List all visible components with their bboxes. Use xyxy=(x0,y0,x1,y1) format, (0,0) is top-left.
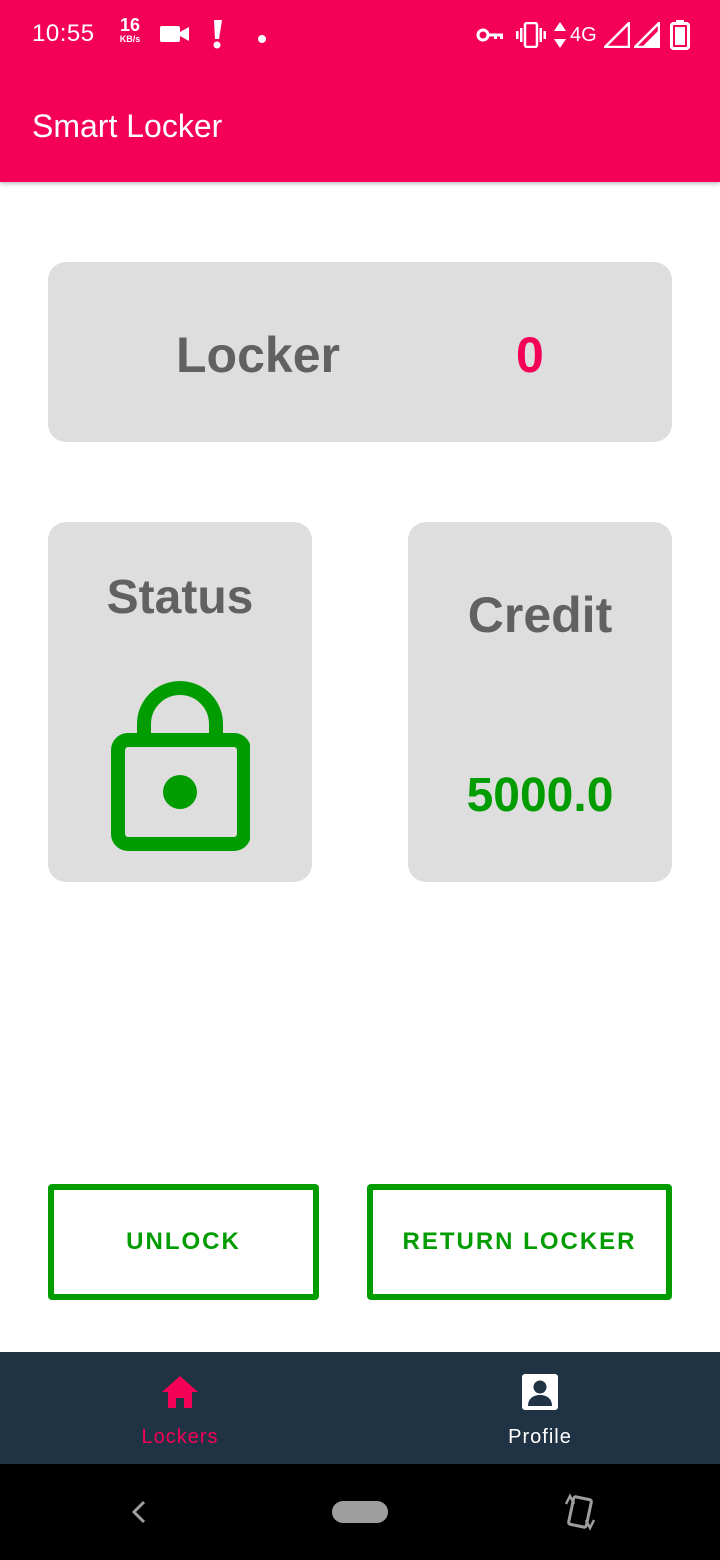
unlock-button[interactable]: UNLOCK xyxy=(48,1184,319,1300)
status-bar: 10:55 16 KB/s 4G xyxy=(0,0,720,72)
network-type: 4G xyxy=(570,24,597,46)
nav-item-lockers[interactable]: Lockers xyxy=(0,1352,360,1464)
nav-label-profile: Profile xyxy=(508,1426,572,1448)
credit-value: 5000.0 xyxy=(466,769,614,822)
locker-label: Locker xyxy=(176,327,340,383)
home-icon xyxy=(160,1372,200,1417)
profile-icon xyxy=(520,1372,560,1417)
credit-card: Credit 5000.0 xyxy=(408,522,672,882)
video-camera-icon xyxy=(160,24,190,49)
lock-open-icon xyxy=(110,672,251,857)
back-icon[interactable] xyxy=(126,1494,150,1535)
status-time: 10:55 xyxy=(32,20,95,47)
network-speed-unit: KB/s xyxy=(119,34,141,44)
return-locker-button[interactable]: RETURN LOCKER xyxy=(367,1184,672,1300)
credit-label: Credit xyxy=(467,587,613,643)
dot-icon xyxy=(257,31,267,49)
status-card: Status xyxy=(48,522,312,882)
network-speed-value: 16 xyxy=(119,15,141,35)
page-title: Smart Locker xyxy=(32,108,223,144)
locker-card: Locker 0 xyxy=(48,262,672,442)
status-label: Status xyxy=(106,571,254,624)
network-speed: 16 KB/s xyxy=(116,16,144,44)
signal-icon xyxy=(631,19,661,53)
battery-icon xyxy=(670,20,690,55)
alert-icon xyxy=(210,20,224,55)
home-pill-button[interactable] xyxy=(332,1501,388,1523)
rotate-icon[interactable] xyxy=(562,1492,598,1537)
data-arrows-icon xyxy=(554,22,566,53)
vibrate-icon xyxy=(516,21,546,53)
nav-label-lockers: Lockers xyxy=(141,1426,219,1448)
locker-number: 0 xyxy=(516,327,544,383)
vpn-key-icon xyxy=(476,26,504,49)
signal-icon xyxy=(601,19,631,53)
app-bar: Smart Locker xyxy=(0,72,720,182)
nav-item-profile[interactable]: Profile xyxy=(360,1352,720,1464)
bottom-navigation: Lockers Profile xyxy=(0,1352,720,1464)
